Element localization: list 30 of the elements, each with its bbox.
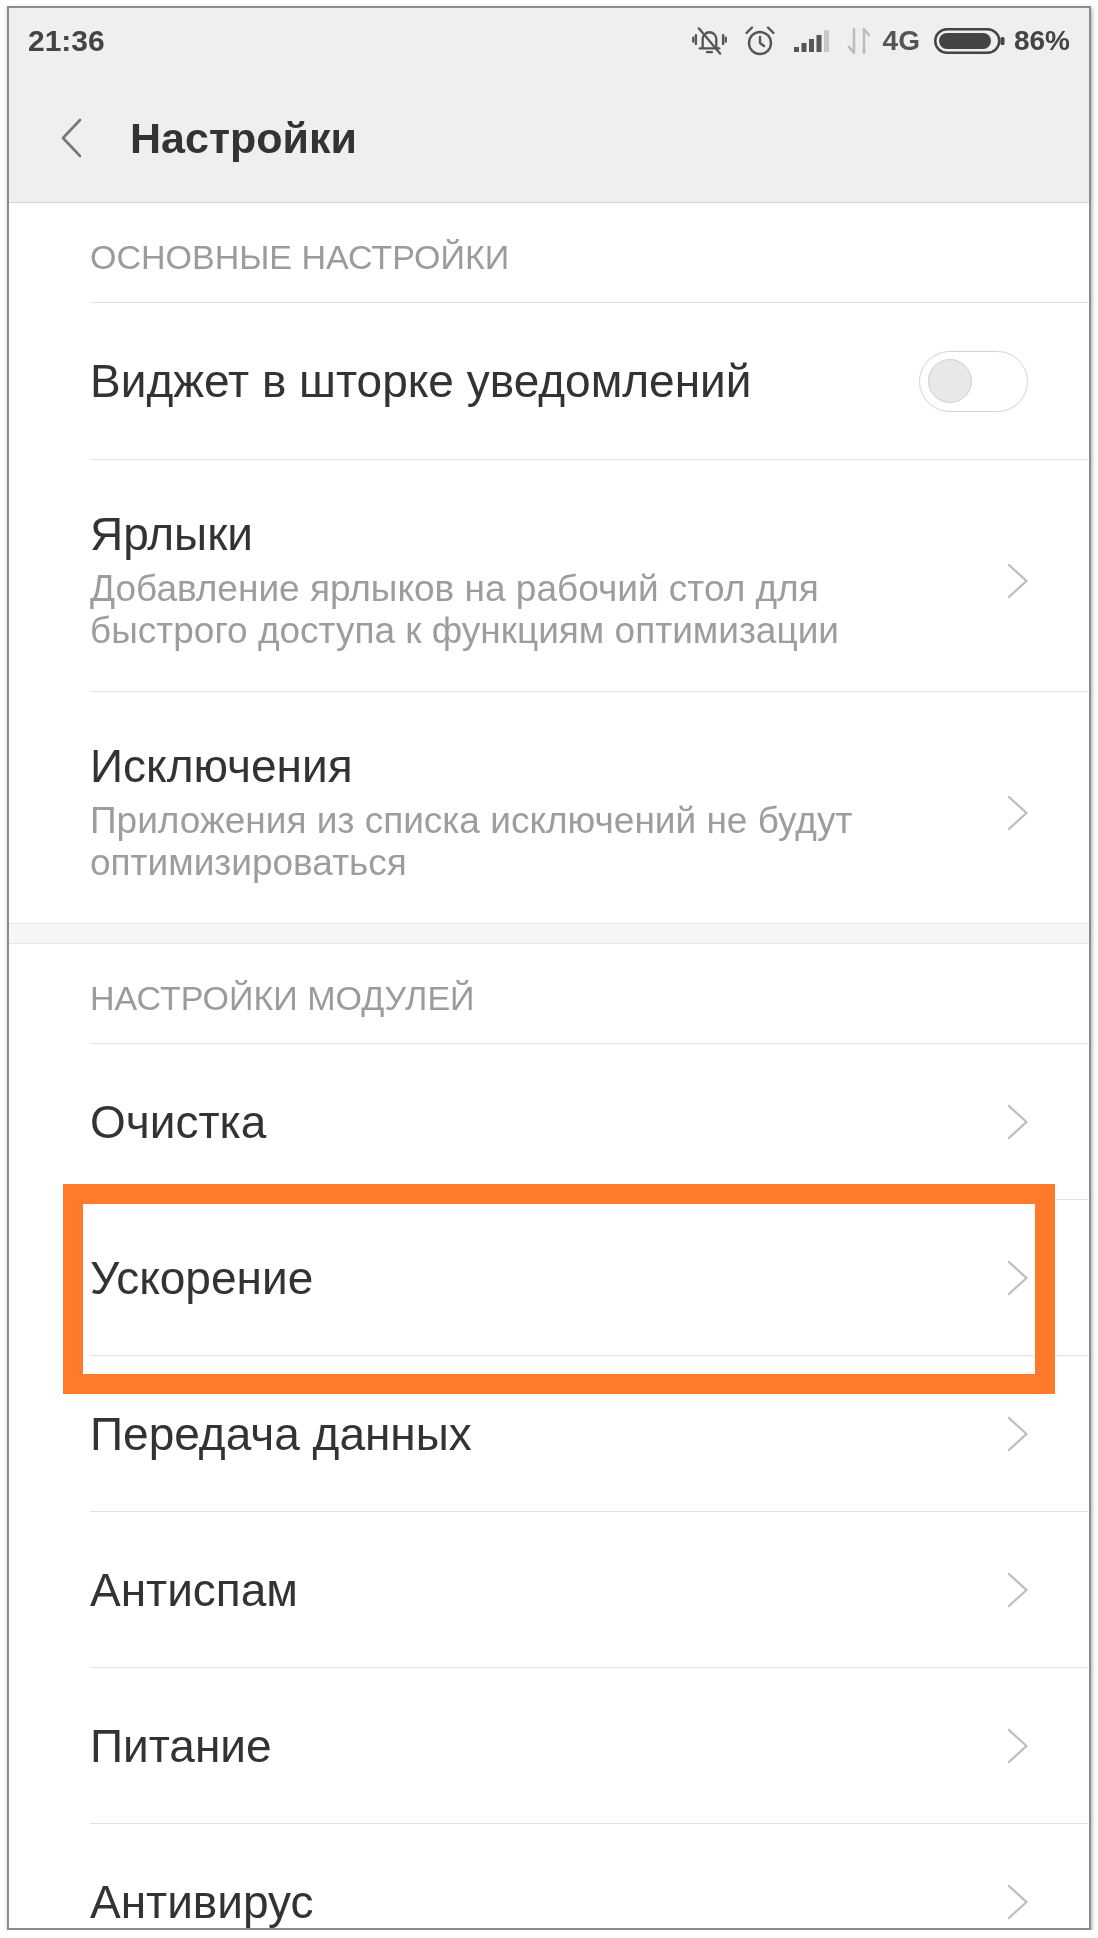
chevron-right-icon bbox=[1007, 1727, 1029, 1764]
back-icon[interactable] bbox=[60, 118, 82, 158]
setting-title[interactable]: Очистка bbox=[90, 1097, 267, 1146]
setting-description: Добавление ярлыков на рабочий стол для быстрого доступа к функциям оптимизации bbox=[90, 568, 840, 652]
status-time: 21:36 bbox=[28, 24, 105, 58]
page-title: Настройки bbox=[130, 113, 357, 163]
chevron-right-icon bbox=[1007, 563, 1029, 599]
setting-title[interactable]: Антивирус bbox=[90, 1877, 314, 1926]
setting-title[interactable]: Передача данных bbox=[90, 1409, 472, 1458]
setting-title[interactable]: Питание bbox=[90, 1721, 272, 1770]
chevron-right-icon bbox=[1007, 1883, 1029, 1920]
setting-title[interactable]: Антиспам bbox=[90, 1565, 298, 1614]
network-type: 4G bbox=[882, 25, 920, 57]
setting-title[interactable]: Ярлыки bbox=[90, 510, 253, 558]
chevron-right-icon bbox=[1007, 1259, 1029, 1296]
signal-icon bbox=[793, 30, 830, 52]
chevron-right-icon bbox=[1007, 795, 1029, 831]
battery-icon bbox=[933, 28, 1005, 54]
muted-bell-icon bbox=[691, 25, 727, 57]
section-header: ОСНОВНЫЕ НАСТРОЙКИ bbox=[90, 238, 510, 276]
chevron-right-icon bbox=[1007, 1571, 1029, 1608]
setting-title[interactable]: Исключения bbox=[90, 742, 353, 790]
setting-description: Приложения из списка исключений не будут оптимизироваться bbox=[90, 800, 854, 884]
battery-percent: 86% bbox=[1013, 25, 1070, 57]
chevron-right-icon bbox=[1007, 1103, 1029, 1140]
alarm-clock-icon bbox=[743, 25, 776, 57]
section-header: НАСТРОЙКИ МОДУЛЕЙ bbox=[90, 979, 475, 1017]
setting-title[interactable]: Ускорение bbox=[90, 1253, 314, 1302]
setting-title[interactable]: Виджет в шторке уведомлений bbox=[90, 357, 752, 405]
chevron-right-icon bbox=[1007, 1415, 1029, 1452]
